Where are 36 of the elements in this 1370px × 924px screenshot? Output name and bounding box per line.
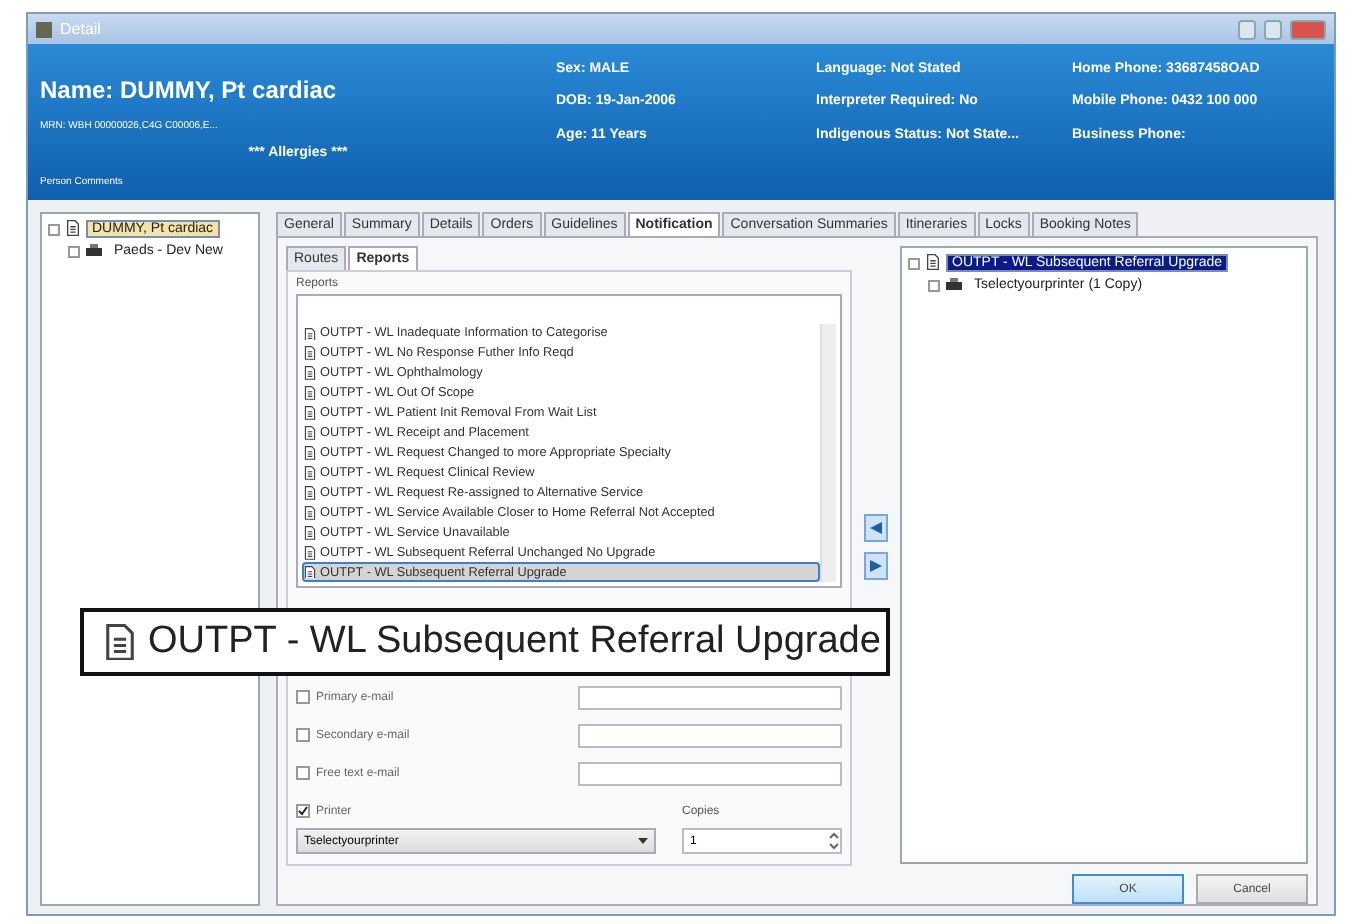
document-icon (304, 386, 316, 401)
spinner-arrows-icon (828, 830, 840, 852)
dropdown-arrow-icon (638, 838, 648, 844)
callout-text: OUTPT - WL Subsequent Referral Upgrade (148, 620, 881, 664)
maximize-button[interactable] (1264, 19, 1282, 39)
document-icon (926, 254, 940, 272)
document-icon (304, 565, 316, 579)
document-icon (304, 485, 316, 500)
scrollbar[interactable] (820, 324, 836, 582)
document-icon (304, 426, 316, 441)
document-icon (304, 366, 316, 381)
input-field[interactable] (578, 761, 842, 785)
left-arrow-icon (870, 522, 882, 534)
document-icon (304, 465, 316, 480)
remove-button[interactable] (864, 552, 888, 580)
document-icon (304, 525, 316, 540)
document-icon (304, 406, 316, 421)
document-icon (304, 327, 316, 341)
document-icon (304, 346, 316, 361)
printer-icon (86, 244, 102, 258)
add-button[interactable] (864, 514, 888, 542)
printer-icon (946, 278, 962, 292)
document-icon (104, 623, 136, 661)
document-icon (66, 220, 80, 238)
close-button[interactable] (1290, 19, 1326, 39)
app-icon (36, 21, 52, 37)
patient-name: Name: DUMMY, Pt cardiac (40, 76, 339, 104)
document-icon (304, 505, 316, 520)
input-field[interactable] (578, 685, 842, 709)
input-field[interactable] (578, 723, 842, 747)
checkmark-icon (298, 806, 308, 816)
document-icon (304, 545, 316, 560)
document-icon (304, 446, 316, 460)
window-title: Detail (60, 20, 103, 38)
minimize-button[interactable] (1238, 19, 1256, 39)
right-arrow-icon (870, 560, 882, 572)
